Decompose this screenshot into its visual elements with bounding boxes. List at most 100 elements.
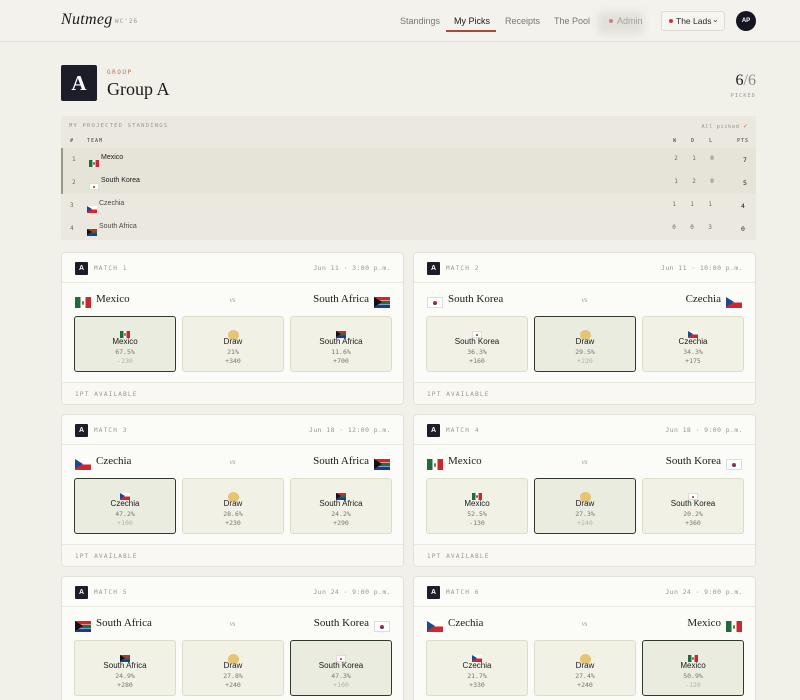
admin-hover-highlight bbox=[598, 12, 643, 34]
option-percent: 50.9% bbox=[683, 672, 703, 680]
pick-option-draw[interactable]: Draw 29.5% +220 bbox=[534, 316, 636, 372]
away-flag-icon bbox=[374, 459, 390, 471]
row-team: South Korea bbox=[101, 177, 140, 184]
nav-standings[interactable]: Standings bbox=[400, 16, 440, 26]
pick-option-home[interactable]: Mexico 67.5% -230 bbox=[74, 316, 176, 372]
match-card-header: A MATCH 3 Jun 18 · 12:00 p.m. bbox=[62, 415, 403, 445]
option-percent: 34.3% bbox=[683, 348, 703, 356]
option-percent: 28.6% bbox=[223, 510, 243, 518]
page-title: Group A bbox=[107, 79, 170, 99]
table-row: 2 South Korea 1 2 0 5 bbox=[61, 171, 756, 194]
away-team: South Africa bbox=[313, 293, 369, 305]
table-row: 3 Czechia 1 1 1 4 bbox=[61, 194, 756, 217]
match-label: MATCH 5 bbox=[94, 589, 128, 596]
option-odds: +700 bbox=[333, 357, 349, 365]
group-badge: A bbox=[61, 65, 97, 101]
row-l: 0 bbox=[710, 178, 714, 185]
points-available: 1PT AVAILABLE bbox=[75, 553, 138, 560]
option-odds: +330 bbox=[469, 681, 485, 689]
pick-option-home[interactable]: Czechia 47.2% +100 bbox=[74, 478, 176, 534]
row-l: 1 bbox=[708, 201, 712, 208]
away-team: Czechia bbox=[685, 293, 721, 305]
pick-option-away[interactable]: Czechia 34.3% +175 bbox=[642, 316, 744, 372]
chevron-down-icon: ⌄ bbox=[712, 15, 719, 24]
option-percent: 27.4% bbox=[575, 672, 595, 680]
col-l: L bbox=[709, 138, 714, 144]
away-flag-icon bbox=[726, 621, 742, 633]
nav-the-pool[interactable]: The Pool bbox=[554, 16, 590, 26]
picked-count: 6/6 bbox=[736, 72, 756, 90]
user-avatar[interactable]: AP bbox=[736, 11, 756, 31]
pick-option-draw[interactable]: Draw 27.3% +240 bbox=[534, 478, 636, 534]
pick-option-away[interactable]: South Korea 20.2% +360 bbox=[642, 478, 744, 534]
option-name: Draw bbox=[575, 661, 595, 670]
match-card-header: A MATCH 6 Jun 24 · 9:00 p.m. bbox=[414, 577, 755, 607]
mexico-flag-icon bbox=[89, 160, 99, 168]
option-name: Czechia bbox=[462, 661, 492, 670]
option-percent: 47.3% bbox=[331, 672, 351, 680]
away-team: South Korea bbox=[665, 455, 721, 467]
option-odds: +240 bbox=[577, 519, 593, 527]
match-card-header: A MATCH 1 Jun 11 · 3:00 p.m. bbox=[62, 253, 403, 283]
league-selector[interactable]: The Lads ⌄ bbox=[661, 11, 725, 31]
row-l: 0 bbox=[710, 155, 714, 162]
brand-logo[interactable]: Nutmeg bbox=[61, 11, 113, 29]
option-name: South Africa bbox=[319, 499, 363, 508]
pick-option-draw[interactable]: Draw 27.8% +240 bbox=[182, 640, 284, 696]
pick-option-home[interactable]: South Africa 24.9% +280 bbox=[74, 640, 176, 696]
picked-number: 6 bbox=[735, 72, 744, 89]
option-odds: +340 bbox=[225, 357, 241, 365]
pick-option-draw[interactable]: Draw 27.4% +240 bbox=[534, 640, 636, 696]
option-percent: 27.8% bbox=[223, 672, 243, 680]
option-odds: +160 bbox=[469, 357, 485, 365]
pick-option-away[interactable]: South Korea 47.3% +100 bbox=[290, 640, 392, 696]
row-d: 0 bbox=[690, 224, 694, 231]
points-available: 1PT AVAILABLE bbox=[427, 391, 490, 398]
option-name: Czechia bbox=[678, 337, 708, 346]
group-badge-icon: A bbox=[75, 424, 88, 437]
table-row: 1 Mexico 2 1 0 7 bbox=[61, 148, 756, 171]
match-label: MATCH 6 bbox=[446, 589, 480, 596]
pick-option-draw[interactable]: Draw 28.6% +230 bbox=[182, 478, 284, 534]
pick-option-away[interactable]: South Africa 24.2% +290 bbox=[290, 478, 392, 534]
nav-my-picks[interactable]: My Picks bbox=[454, 16, 490, 26]
pick-option-draw[interactable]: Draw 21% +340 bbox=[182, 316, 284, 372]
pick-option-away[interactable]: Mexico 50.9% -120 bbox=[642, 640, 744, 696]
brand-subtitle: WC'26 bbox=[115, 18, 139, 25]
pick-option-away[interactable]: South Africa 11.6% +700 bbox=[290, 316, 392, 372]
pick-option-home[interactable]: Czechia 21.7% +330 bbox=[426, 640, 528, 696]
row-w: 1 bbox=[674, 178, 678, 185]
row-rank: 1 bbox=[72, 156, 76, 163]
group-badge-icon: A bbox=[75, 262, 88, 275]
group-kicker: GROUP bbox=[107, 69, 133, 76]
option-odds: +360 bbox=[685, 519, 701, 527]
option-percent: 27.3% bbox=[575, 510, 595, 518]
option-name: South Korea bbox=[670, 499, 716, 508]
option-percent: 52.5% bbox=[467, 510, 487, 518]
league-status-dot bbox=[669, 19, 673, 23]
option-name: Draw bbox=[223, 499, 243, 508]
match-card: A MATCH 6 Jun 24 · 9:00 p.m. Czechia vs … bbox=[413, 576, 756, 700]
pick-option-home[interactable]: Mexico 52.5% -130 bbox=[426, 478, 528, 534]
standings-title: MY PROJECTED STANDINGS bbox=[69, 123, 169, 129]
away-flag-icon bbox=[726, 459, 742, 471]
row-team: Czechia bbox=[99, 200, 125, 207]
match-label: MATCH 3 bbox=[94, 427, 128, 434]
south-africa-flag-icon bbox=[87, 229, 97, 237]
option-percent: 11.6% bbox=[331, 348, 351, 356]
active-nav-indicator bbox=[446, 30, 496, 32]
option-name: South Korea bbox=[454, 337, 500, 346]
row-d: 1 bbox=[690, 201, 694, 208]
option-odds: +240 bbox=[577, 681, 593, 689]
nav-receipts[interactable]: Receipts bbox=[505, 16, 540, 26]
match-card: A MATCH 2 Jun 11 · 10:00 p.m. South Kore… bbox=[413, 252, 756, 405]
pick-option-home[interactable]: South Korea 36.3% +160 bbox=[426, 316, 528, 372]
option-percent: 24.9% bbox=[115, 672, 135, 680]
match-time: Jun 24 · 9:00 p.m. bbox=[313, 588, 391, 596]
check-icon: ✓ bbox=[743, 122, 748, 130]
col-rank: # bbox=[70, 138, 75, 144]
match-time: Jun 11 · 3:00 p.m. bbox=[313, 264, 391, 272]
row-team: South Africa bbox=[99, 223, 137, 230]
match-card-header: A MATCH 4 Jun 18 · 9:00 p.m. bbox=[414, 415, 755, 445]
option-name: Draw bbox=[223, 661, 243, 670]
